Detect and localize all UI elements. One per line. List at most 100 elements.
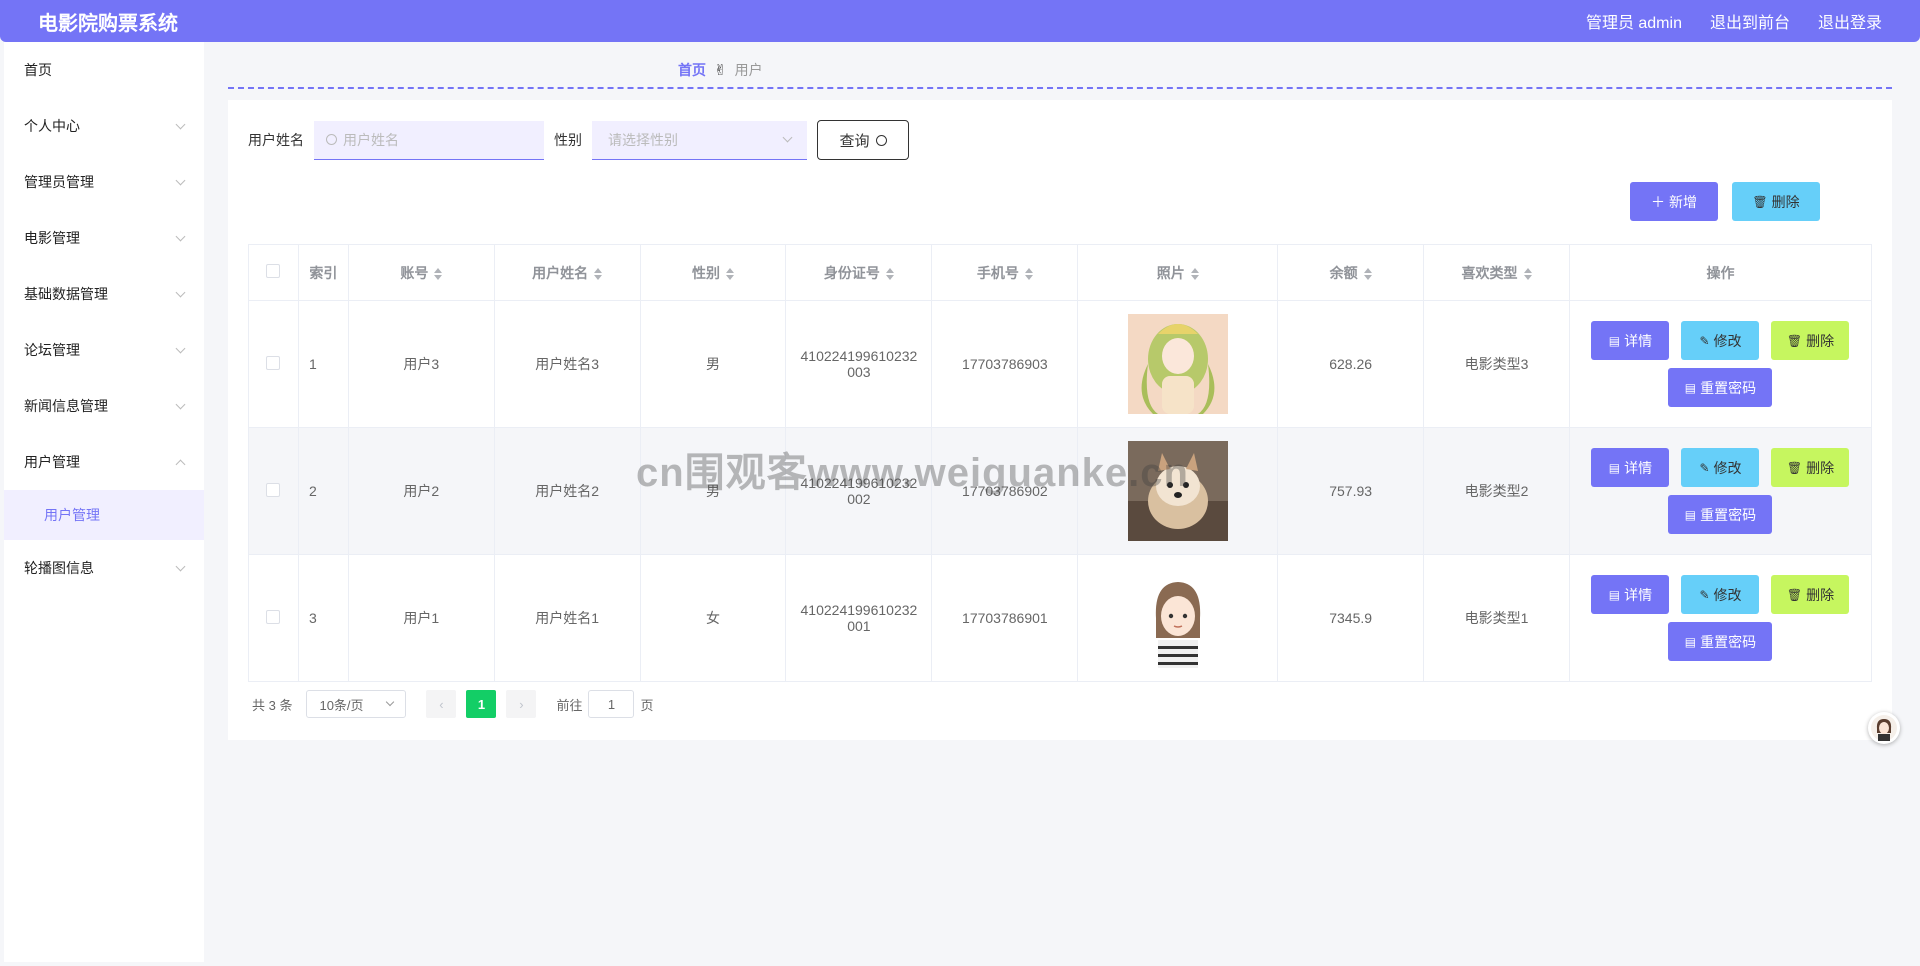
sidebar-item-admin[interactable]: 管理员管理 — [4, 154, 204, 210]
query-button[interactable]: 查询 — [817, 120, 909, 160]
edit-label: 修改 — [1713, 586, 1742, 603]
reset-password-button[interactable]: ▤ 重置密码 — [1668, 368, 1773, 407]
detail-label: 详情 — [1624, 459, 1653, 476]
document-icon: ▤ — [1684, 507, 1697, 522]
cartoon-girl-photo[interactable] — [1127, 568, 1228, 668]
type-cell: 电影类型1 — [1423, 554, 1570, 682]
trash-icon: 🗑 — [1786, 460, 1803, 475]
sort-icon[interactable] — [434, 267, 443, 280]
delete-button[interactable]: 🗑 删除 — [1771, 321, 1850, 360]
admin-label[interactable]: 管理员 admin — [1586, 9, 1682, 33]
trash-icon: 🗑 — [1786, 333, 1803, 348]
column-header-label: 手机号 — [976, 264, 1019, 281]
row-select-cell — [248, 427, 299, 555]
chevron-down-icon — [175, 287, 186, 297]
dog-photo[interactable] — [1127, 441, 1228, 541]
back-to-front-link[interactable]: 退出到前台 — [1710, 9, 1790, 33]
reset-password-button[interactable]: ▤ 重置密码 — [1668, 622, 1773, 661]
column-header[interactable]: 身份证号 — [785, 244, 933, 301]
edit-button[interactable]: ✎ 修改 — [1681, 575, 1760, 614]
column-header[interactable]: 手机号 — [931, 244, 1079, 301]
total-count: 共 3 条 — [252, 697, 293, 713]
sidebar-item-users[interactable]: 用户管理 — [4, 434, 204, 490]
column-header[interactable]: 照片 — [1077, 244, 1279, 301]
row-checkbox[interactable] — [266, 355, 281, 370]
sidebar-item-label: 个人中心 — [24, 118, 80, 134]
floating-avatar-button[interactable] — [1868, 712, 1900, 744]
id-number-cell: 410224199610232 002 — [785, 427, 933, 555]
add-button-label: 新增 — [1669, 193, 1697, 210]
sort-icon[interactable] — [1523, 267, 1532, 280]
edit-button[interactable]: ✎ 修改 — [1681, 448, 1760, 487]
column-header: 操作 — [1568, 244, 1873, 301]
row-checkbox[interactable] — [266, 609, 281, 624]
column-header-label: 账号 — [400, 264, 429, 281]
type-cell: 电影类型2 — [1423, 427, 1570, 555]
sidebar-item-carousel[interactable]: 轮播图信息 — [4, 540, 204, 596]
sidebar-item-home[interactable]: 首页 — [4, 42, 204, 98]
column-header-label: 照片 — [1156, 264, 1185, 281]
sidebar-item-label: 管理员管理 — [24, 174, 94, 190]
column-header[interactable]: 用户姓名 — [493, 244, 641, 301]
reset-password-button[interactable]: ▤ 重置密码 — [1668, 495, 1773, 534]
account-cell: 用户1 — [347, 554, 495, 682]
sidebar-item-news[interactable]: 新闻信息管理 — [4, 378, 204, 434]
delete-label: 删除 — [1806, 332, 1835, 349]
page-size-value: 10条/页 — [319, 697, 364, 713]
sort-icon[interactable] — [594, 267, 603, 280]
anime-girl-photo[interactable] — [1127, 314, 1228, 414]
sort-icon[interactable] — [885, 267, 894, 280]
detail-button[interactable]: ▤ 详情 — [1591, 321, 1670, 360]
edit-label: 修改 — [1713, 459, 1742, 476]
sidebar-item-profile[interactable]: 个人中心 — [4, 98, 204, 154]
chevron-down-icon — [782, 132, 793, 143]
detail-button[interactable]: ▤ 详情 — [1591, 448, 1670, 487]
edit-button[interactable]: ✎ 修改 — [1681, 321, 1760, 360]
prev-page-button[interactable]: ‹ — [426, 690, 457, 718]
id-number-line: 410224199610232 — [800, 475, 918, 491]
goto-prefix: 前往 — [556, 697, 583, 713]
name-cell: 用户姓名1 — [493, 554, 641, 682]
avatar-icon — [1871, 715, 1897, 741]
column-header[interactable]: 余额 — [1277, 244, 1425, 301]
next-page-button[interactable]: › — [506, 690, 537, 718]
sidebar-item-forum[interactable]: 论坛管理 — [4, 322, 204, 378]
sort-icon[interactable] — [1363, 267, 1372, 280]
logout-link[interactable]: 退出登录 — [1818, 9, 1882, 33]
delete-button[interactable]: 🗑 删除 — [1771, 448, 1850, 487]
photo-cell — [1077, 554, 1279, 682]
batch-delete-button[interactable]: 🗑 删除 — [1732, 182, 1820, 221]
gender-label: 性别 — [554, 132, 582, 148]
sidebar-item-movies[interactable]: 电影管理 — [4, 210, 204, 266]
document-icon: ▤ — [1684, 380, 1697, 395]
page-size-select[interactable]: 10条/页 — [306, 690, 407, 718]
id-number-line: 410224199610232 — [800, 348, 918, 364]
detail-button[interactable]: ▤ 详情 — [1591, 575, 1670, 614]
name-search-input[interactable]: 用户姓名 — [314, 120, 544, 160]
chevron-down-icon — [175, 399, 186, 409]
row-checkbox[interactable] — [266, 482, 281, 497]
column-header-label: 喜欢类型 — [1461, 264, 1518, 281]
app-title: 电影院购票系统 — [38, 12, 178, 35]
column-header[interactable]: 性别 — [639, 244, 787, 301]
page-number-button[interactable]: 1 — [466, 690, 497, 718]
sort-icon[interactable] — [1024, 267, 1033, 280]
column-header-label: 用户姓名 — [532, 264, 589, 281]
sidebar-item-label: 轮播图信息 — [24, 560, 94, 576]
gender-select[interactable]: 请选择性别 — [592, 120, 807, 160]
sort-icon[interactable] — [1190, 267, 1199, 280]
sidebar-item-basic-data[interactable]: 基础数据管理 — [4, 266, 204, 322]
search-bar: 用户姓名 用户姓名 性别 请选择性别 查询 — [248, 120, 909, 160]
select-all-checkbox[interactable] — [266, 264, 281, 278]
delete-button[interactable]: 🗑 删除 — [1771, 575, 1850, 614]
add-button[interactable]: ＋新增 — [1630, 182, 1718, 221]
goto-page-input[interactable]: 1 — [588, 690, 635, 718]
sort-icon[interactable] — [726, 267, 735, 280]
breadcrumb-home[interactable]: 首页 — [678, 60, 706, 80]
trash-icon: 🗑 — [1786, 587, 1803, 602]
column-header[interactable]: 账号 — [347, 244, 495, 301]
column-header[interactable]: 喜欢类型 — [1423, 244, 1570, 301]
photo-cell — [1077, 300, 1279, 428]
sidebar-subitem-users[interactable]: 用户管理 — [4, 490, 204, 540]
phone-cell: 17703786902 — [931, 427, 1079, 555]
